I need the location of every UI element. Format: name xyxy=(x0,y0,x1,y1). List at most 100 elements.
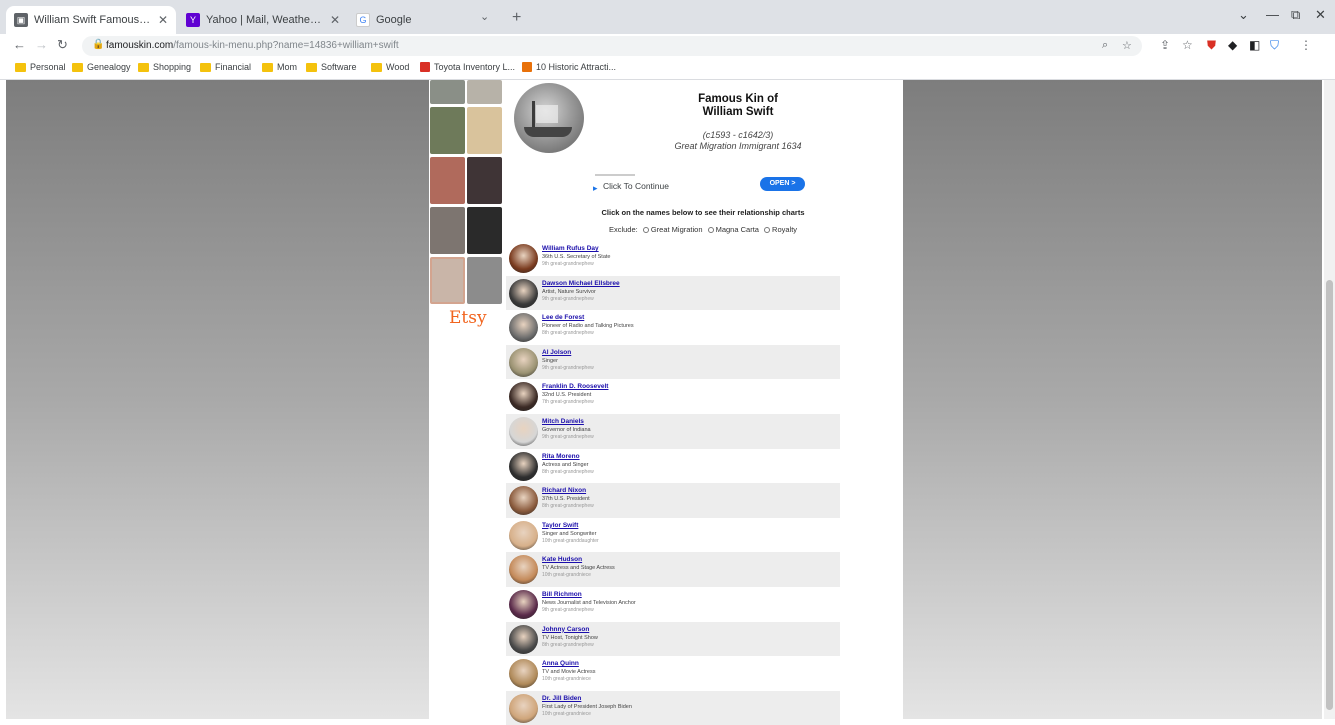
close-tab-icon[interactable]: ✕ xyxy=(330,13,340,27)
kin-row[interactable]: Rita Moreno Actress and Singer 8th great-g… xyxy=(506,449,840,484)
ad-image[interactable] xyxy=(467,157,502,204)
kin-avatar[interactable] xyxy=(509,382,538,412)
kin-row[interactable]: Taylor Swift Singer and Songwriter 10th gr… xyxy=(506,518,840,553)
star-icon[interactable]: ☆ xyxy=(1182,38,1193,52)
close-window-icon[interactable]: ✕ xyxy=(1315,7,1326,23)
bookmark-financial[interactable]: Financial xyxy=(200,62,251,72)
kin-name-link[interactable]: Lee de Forest xyxy=(542,314,584,321)
kin-name-link[interactable]: Bill Richmon xyxy=(542,591,582,598)
kin-name-link[interactable]: Johnny Carson xyxy=(542,626,589,633)
ad-image[interactable] xyxy=(430,107,465,154)
kin-name-link[interactable]: Anna Quinn xyxy=(542,660,579,667)
kin-row[interactable]: Lee de Forest Pioneer of Radio and Talkin… xyxy=(506,310,840,345)
kin-row[interactable]: Dr. Jill Biden First Lady of President Jo… xyxy=(506,690,840,725)
bookmark-software[interactable]: Software xyxy=(306,62,357,72)
minimize-icon[interactable]: — xyxy=(1266,7,1279,22)
bookmark-historic[interactable]: 10 Historic Attracti... xyxy=(522,62,616,72)
kin-avatar[interactable] xyxy=(509,555,538,585)
url-text[interactable]: famouskin.com/famous-kin-menu.php?name=1… xyxy=(106,40,399,51)
kin-name-link[interactable]: Dawson Michael Ellsbree xyxy=(542,280,620,287)
ad-image[interactable] xyxy=(467,207,502,254)
ad-image[interactable] xyxy=(467,257,502,304)
ad-text[interactable]: Click To Continue xyxy=(603,181,669,191)
forward-icon[interactable]: → xyxy=(35,37,48,52)
tab-search-chevron-icon[interactable]: ⌄ xyxy=(1238,7,1249,23)
bookmark-shopping[interactable]: Shopping xyxy=(138,62,191,72)
kin-avatar[interactable] xyxy=(509,416,538,446)
reload-icon[interactable]: ↻ xyxy=(57,37,68,53)
back-icon[interactable]: ← xyxy=(13,37,26,52)
extension-icon[interactable]: ◆ xyxy=(1228,38,1237,52)
kin-avatar[interactable] xyxy=(509,624,538,654)
kin-name-link[interactable]: Dr. Jill Biden xyxy=(542,695,581,702)
close-tab-icon[interactable]: ✕ xyxy=(158,13,168,27)
filter-label[interactable]: Magna Carta xyxy=(716,225,759,234)
bookmark-wood[interactable]: Wood xyxy=(371,62,409,72)
kin-avatar[interactable] xyxy=(509,659,538,689)
scrollbar-thumb[interactable] xyxy=(1326,280,1333,710)
filter-label[interactable]: Royalty xyxy=(772,225,797,234)
kin-avatar[interactable] xyxy=(509,589,538,619)
new-tab-icon[interactable]: + xyxy=(512,9,521,27)
kin-avatar[interactable] xyxy=(509,693,538,723)
page-scrollbar[interactable] xyxy=(1324,80,1335,719)
bookmark-genealogy[interactable]: Genealogy xyxy=(72,62,131,72)
kin-avatar[interactable] xyxy=(509,347,538,377)
kin-row[interactable]: Al Jolson Singer 9th great-grandnephew xyxy=(506,344,840,380)
etsy-logo[interactable]: Etsy xyxy=(449,308,487,328)
kin-name-link[interactable]: Kate Hudson xyxy=(542,556,582,563)
zoom-icon[interactable]: ⌕ xyxy=(1102,39,1108,52)
ad-image[interactable] xyxy=(430,80,465,104)
tab-search-icon[interactable]: ⌄ xyxy=(480,10,489,23)
kin-row[interactable]: Anna Quinn TV and Movie Actress 10th great… xyxy=(506,656,840,691)
restore-icon[interactable]: ⧉ xyxy=(1291,7,1300,23)
bookmark-mom[interactable]: Mom xyxy=(262,62,297,72)
kin-avatar[interactable] xyxy=(509,313,538,343)
ad-image[interactable] xyxy=(430,257,465,304)
kin-name-link[interactable]: Al Jolson xyxy=(542,349,571,356)
bookmark-star-icon[interactable]: ☆ xyxy=(1122,39,1132,52)
lock-icon[interactable]: 🔒 xyxy=(92,39,104,50)
profile-shield-icon[interactable]: ⛉ xyxy=(1270,38,1279,53)
share-icon[interactable]: ⇪ xyxy=(1160,38,1170,52)
kin-avatar[interactable] xyxy=(509,451,538,481)
radio-great-migration[interactable] xyxy=(642,227,649,233)
filter-label[interactable]: Great Migration xyxy=(651,225,703,234)
bookmark-toyota[interactable]: Toyota Inventory L... xyxy=(420,62,515,72)
bookmark-personal[interactable]: Personal xyxy=(15,62,66,72)
sidebar-icon[interactable]: ◧ xyxy=(1249,38,1260,52)
kin-name-link[interactable]: Franklin D. Roosevelt xyxy=(542,383,608,390)
kin-row[interactable]: Richard Nixon 37th U.S. President 8th grea… xyxy=(506,483,840,518)
radio-magna-carta[interactable] xyxy=(707,227,714,233)
tab-google[interactable]: G Google xyxy=(348,6,458,34)
kin-name-link[interactable]: William Rufus Day xyxy=(542,245,599,252)
etsy-ad-banner[interactable] xyxy=(429,80,503,340)
ad-open-button[interactable]: OPEN > xyxy=(760,177,805,191)
address-bar[interactable]: 🔒 famouskin.com/famous-kin-menu.php?name… xyxy=(82,36,1142,56)
ad-image[interactable] xyxy=(430,157,465,204)
ad-image[interactable] xyxy=(467,80,502,104)
shield-extension-icon[interactable]: ⛊ xyxy=(1207,38,1216,53)
radio-royalty[interactable] xyxy=(764,227,771,233)
inline-ad[interactable]: ▸ Click To Continue OPEN > xyxy=(593,172,808,196)
kin-avatar[interactable] xyxy=(509,244,538,273)
kin-row[interactable]: William Rufus Day 36th U.S. Secretary of … xyxy=(506,241,840,276)
tab-yahoo[interactable]: Y Yahoo | Mail, Weather, Search ✕ xyxy=(178,6,348,34)
tab-famous-kin[interactable]: ▣ William Swift Famous Kin (1593 ✕ xyxy=(6,6,176,34)
kin-name-link[interactable]: Mitch Daniels xyxy=(542,418,584,425)
kin-name-link[interactable]: Taylor Swift xyxy=(542,522,578,529)
kin-name-link[interactable]: Richard Nixon xyxy=(542,487,586,494)
kin-row[interactable]: Bill Richmon News Journalist and Televisi… xyxy=(506,587,840,622)
kin-row[interactable]: Dawson Michael Ellsbree Artist, Nature Su… xyxy=(506,275,840,311)
kin-row[interactable]: Johnny Carson TV Host, Tonight Show 8th gr… xyxy=(506,621,840,657)
kin-avatar[interactable] xyxy=(509,486,538,516)
kin-row[interactable]: Mitch Daniels Governor of Indiana 9th grea… xyxy=(506,413,840,449)
menu-icon[interactable]: ⋮ xyxy=(1300,38,1312,52)
kin-row[interactable]: Kate Hudson TV Actress and Stage Actress 1… xyxy=(506,552,840,587)
kin-row[interactable]: Franklin D. Roosevelt 32nd U.S. President… xyxy=(506,379,840,414)
kin-avatar[interactable] xyxy=(509,278,538,308)
ad-image[interactable] xyxy=(430,207,465,254)
kin-avatar[interactable] xyxy=(509,520,538,550)
ad-image[interactable] xyxy=(467,107,502,154)
kin-name-link[interactable]: Rita Moreno xyxy=(542,453,580,460)
